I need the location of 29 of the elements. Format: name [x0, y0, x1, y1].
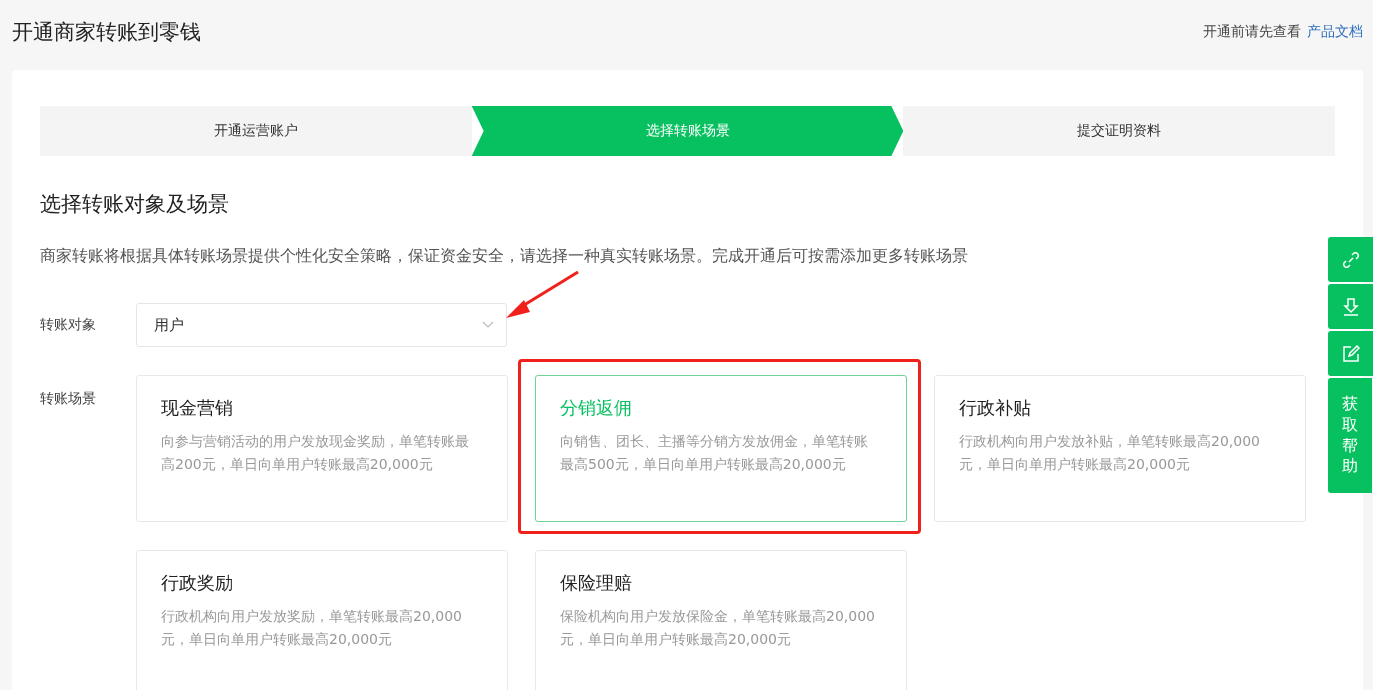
scene-description: 行政机构向用户发放补贴，单笔转账最高20,000元，单日向单用户转账最高20,000元	[959, 432, 1261, 474]
doc-hint: 开通前请先查看	[1203, 23, 1301, 41]
download-button[interactable]	[1328, 284, 1373, 329]
section-title: 选择转账对象及场景	[40, 191, 230, 218]
edit-button[interactable]	[1328, 331, 1373, 376]
download-icon	[1340, 296, 1361, 317]
scene-description: 行政机构向用户发放奖励，单笔转账最高20,000元，单日向单用户转账最高20,000元	[161, 607, 463, 649]
scene-label: 转账场景	[40, 389, 97, 408]
doc-link[interactable]: 产品文档	[1307, 23, 1363, 41]
scene-card[interactable]: 行政补贴 行政机构向用户发放补贴，单笔转账最高20,000元，单日向单用户转账最高20,000元	[934, 375, 1306, 522]
link-icon-button[interactable]	[1328, 237, 1373, 282]
scene-card[interactable]: 行政奖励 行政机构向用户发放奖励，单笔转账最高20,000元，单日向单用户转账最高20,000元	[136, 550, 508, 690]
target-dropdown[interactable]: 用户	[136, 303, 507, 347]
link-icon	[1340, 249, 1361, 270]
section-description: 商家转账将根据具体转账场景提供个性化安全策略，保证资金安全，请选择一种真实转账场景。完成开通后可按需添加更多转账场景	[40, 246, 969, 267]
scene-title: 保险理赔	[560, 571, 633, 595]
scene-description: 向参与营销活动的用户发放现金奖励，单笔转账最高200元，单日向单用户转账最高20,000元	[161, 432, 470, 474]
scene-title: 现金营销	[161, 396, 234, 420]
scene-description: 向销售、团长、主播等分销方发放佣金，单笔转账最高500元，单日向单用户转账最高20,000元	[560, 432, 869, 474]
scene-card[interactable]: 现金营销 向参与营销活动的用户发放现金奖励，单笔转账最高200元，单日向单用户转账最高20,000元	[136, 375, 508, 522]
scene-title: 分销返佣	[560, 396, 633, 420]
scene-description: 保险机构向用户发放保险金，单笔转账最高20,000元，单日向单用户转账最高20,000元	[560, 607, 876, 649]
scene-card[interactable]: 保险理赔 保险机构向用户发放保险金，单笔转账最高20,000元，单日向单用户转账最高20,000元	[535, 550, 907, 690]
page-title: 开通商家转账到零钱	[12, 19, 201, 46]
scene-title: 行政奖励	[161, 571, 234, 595]
edit-icon	[1340, 343, 1361, 364]
chevron-down-icon	[482, 321, 494, 329]
target-label: 转账对象	[40, 315, 97, 334]
scene-title: 行政补贴	[959, 396, 1032, 420]
